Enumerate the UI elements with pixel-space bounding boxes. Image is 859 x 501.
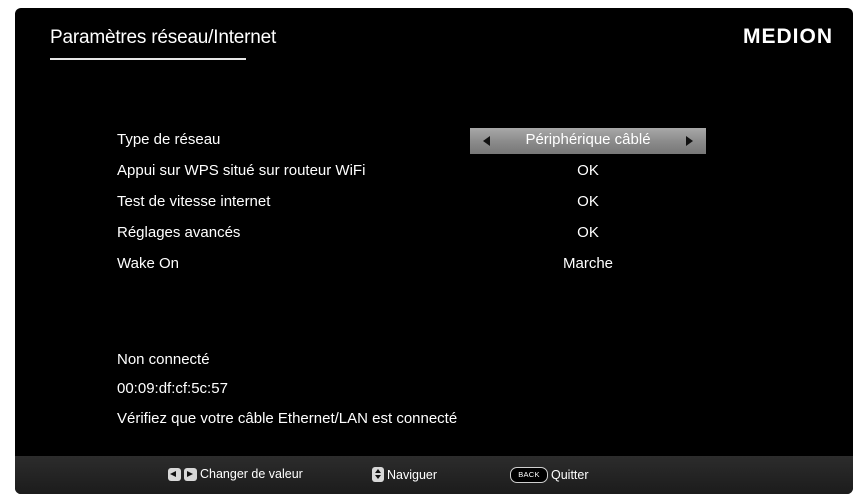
- right-arrow-icon[interactable]: [686, 136, 693, 146]
- setting-row-wps[interactable]: Appui sur WPS situé sur routeur WiFi OK: [15, 159, 853, 187]
- setting-row-speed-test[interactable]: Test de vitesse internet OK: [15, 190, 853, 218]
- setting-label: Appui sur WPS situé sur routeur WiFi: [117, 162, 366, 179]
- hint-quit: BACK Quitter: [510, 467, 589, 483]
- left-arrow-key-icon: [168, 467, 181, 481]
- setting-row-network-type[interactable]: Type de réseau Périphérique câblé: [15, 128, 853, 156]
- setting-value: OK: [577, 162, 599, 179]
- setting-label: Wake On: [117, 255, 179, 272]
- setting-value: OK: [577, 193, 599, 210]
- page-title: Paramètres réseau/Internet: [50, 27, 277, 48]
- right-arrow-key-icon: [184, 467, 197, 481]
- setting-value: Périphérique câblé: [525, 131, 651, 148]
- footer-bar: Changer de valeur Naviguer BACK Quitter: [15, 456, 853, 494]
- tv-screen: Paramètres réseau/Internet MEDION Type d…: [15, 8, 853, 494]
- up-down-arrow-key-icon: [372, 467, 384, 482]
- setting-label: Type de réseau: [117, 131, 221, 148]
- hint-label: Changer de valeur: [200, 467, 303, 481]
- mac-address: 00:09:df:cf:5c:57: [117, 380, 228, 397]
- status-message: Vérifiez que votre câble Ethernet/LAN es…: [117, 410, 458, 427]
- network-type-selector[interactable]: Périphérique câblé: [470, 128, 706, 154]
- setting-value: Marche: [562, 255, 614, 272]
- connection-status: Non connecté: [117, 351, 210, 368]
- hint-change-value: Changer de valeur: [168, 467, 303, 481]
- back-key-icon: BACK: [510, 467, 548, 483]
- hint-label: Quitter: [551, 468, 589, 482]
- setting-label: Réglages avancés: [117, 224, 241, 241]
- setting-label: Test de vitesse internet: [117, 193, 271, 210]
- hint-navigate: Naviguer: [372, 467, 437, 482]
- hint-label: Naviguer: [387, 467, 438, 482]
- setting-row-advanced[interactable]: Réglages avancés OK: [15, 221, 853, 249]
- setting-row-wake-on[interactable]: Wake On Marche: [15, 252, 853, 280]
- setting-value: OK: [577, 224, 599, 241]
- title-underline: [50, 58, 246, 60]
- brand-logo: MEDION: [743, 25, 833, 48]
